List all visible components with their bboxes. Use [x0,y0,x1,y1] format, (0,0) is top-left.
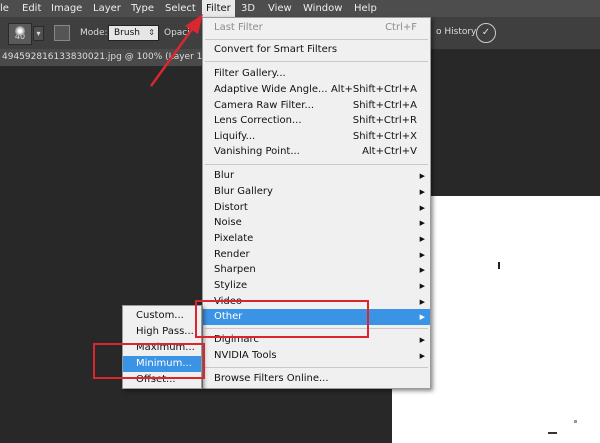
annotation-arrow-line [149,27,195,87]
annotation-arrow [149,14,203,87]
annotation-arrow-head [185,14,203,34]
